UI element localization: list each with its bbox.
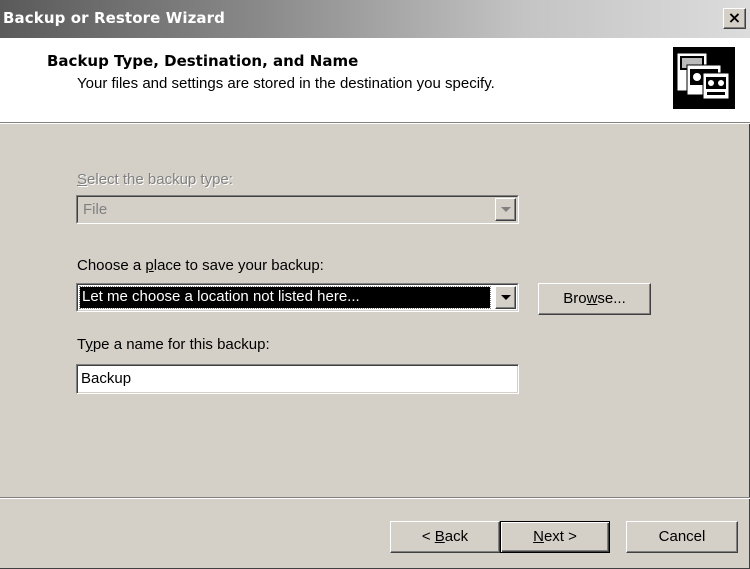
title-bar[interactable]: Backup or Restore Wizard × bbox=[0, 0, 750, 38]
backup-name-value: Backup bbox=[81, 370, 132, 387]
backup-type-value: File bbox=[83, 201, 108, 218]
window-title: Backup or Restore Wizard bbox=[3, 9, 225, 27]
chevron-down-icon bbox=[501, 207, 511, 212]
wizard-header: Backup Type, Destination, and Name Your … bbox=[0, 38, 750, 122]
destination-dropdown-button[interactable] bbox=[495, 286, 516, 309]
wizard-window: Backup or Restore Wizard × Backup Type, … bbox=[0, 0, 750, 569]
close-button[interactable]: × bbox=[723, 8, 746, 29]
backup-name-label: Type a name for this backup: bbox=[77, 336, 270, 353]
backup-media-icon bbox=[673, 47, 735, 109]
backup-type-label: Select the backup type: bbox=[77, 171, 233, 188]
backup-name-input[interactable]: Backup bbox=[76, 364, 519, 394]
page-subtitle: Your files and settings are stored in th… bbox=[77, 75, 495, 92]
chevron-down-icon bbox=[501, 295, 511, 300]
backup-type-dropdown-button bbox=[495, 198, 516, 221]
footer-divider-highlight bbox=[0, 498, 750, 499]
next-button[interactable]: Next > bbox=[500, 521, 610, 553]
header-divider-highlight bbox=[0, 123, 750, 124]
back-button[interactable]: < Back bbox=[390, 521, 500, 553]
destination-value: Let me choose a location not listed here… bbox=[79, 286, 491, 309]
backup-type-combo: File bbox=[76, 195, 519, 224]
destination-label: Choose a place to save your backup: bbox=[77, 257, 324, 274]
destination-combo[interactable]: Let me choose a location not listed here… bbox=[76, 283, 519, 312]
cancel-button[interactable]: Cancel bbox=[626, 521, 738, 553]
browse-button[interactable]: Browse... bbox=[538, 283, 651, 315]
page-title: Backup Type, Destination, and Name bbox=[47, 52, 359, 70]
close-icon: × bbox=[727, 8, 742, 27]
